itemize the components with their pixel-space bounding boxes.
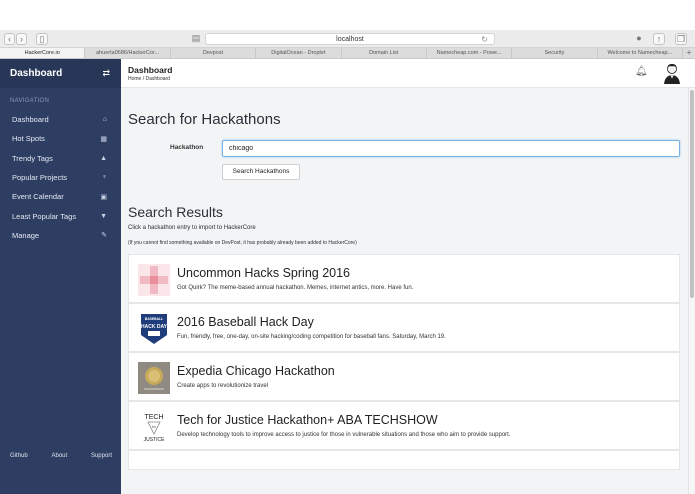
sidebar-item-label: Event Calendar — [12, 192, 64, 202]
result-item[interactable]: Expedia Chicago Hackathon Create apps to… — [128, 352, 680, 401]
tab-0[interactable]: HackerCore.io — [0, 48, 86, 58]
tech-logo-text-bottom: JUSTICE — [144, 437, 166, 443]
search-heading: Search for Hackathons — [128, 111, 281, 128]
tab-6[interactable]: Security — [512, 48, 598, 58]
baseball-hack-day-logo-icon: BASEBALL HACK DAY — [141, 314, 168, 344]
sidebar-item-label: Hot Spots — [12, 134, 45, 144]
result-item[interactable]: BASEBALL HACK DAY 2016 Baseball Hack Day… — [128, 303, 680, 352]
trophy-icon: ♆ — [101, 174, 107, 182]
results-hint: Click a hackathon entry to import to Hac… — [128, 225, 256, 231]
sidebar-item-trendy-tags[interactable]: Trendy Tags ▲ — [0, 149, 121, 168]
expedia-logo-icon — [138, 362, 170, 394]
tab-7[interactable]: Welcome to Namecheap... — [598, 48, 683, 58]
tab-4[interactable]: Domain List — [342, 48, 427, 58]
result-item[interactable]: TECH for JUSTICE Tech for Justice Hackat… — [128, 401, 680, 450]
sidebar-item-event-calendar[interactable]: Event Calendar ▣ — [0, 187, 121, 206]
tab-5[interactable]: Namecheap.com - Powe... — [427, 48, 513, 58]
forward-icon[interactable]: › — [16, 33, 27, 45]
page-title: Dashboard — [128, 65, 173, 75]
result-description: Got Quirk? The meme-based annual hackath… — [177, 285, 414, 291]
bell-icon[interactable]: 🔔︎ — [635, 66, 648, 77]
sidebar-item-label: Least Popular Tags — [12, 211, 77, 221]
wrench-icon: ✎ — [101, 232, 107, 240]
sidebar: Dashboard ⇄ NAVIGATION Dashboard ⌂ Hot S… — [0, 59, 121, 494]
result-description: Develop technology tools to improve acce… — [177, 432, 511, 438]
tech-for-justice-logo-icon: TECH for JUSTICE — [138, 411, 170, 443]
sidebar-item-manage[interactable]: Manage ✎ — [0, 226, 121, 245]
map-icon: ▦ — [100, 135, 107, 143]
tab-1[interactable]: ahuerta0686/HackerCor... — [85, 48, 171, 58]
hackathon-search-input[interactable] — [222, 140, 680, 157]
back-icon[interactable]: ‹ — [4, 33, 15, 45]
share-icon[interactable]: ↑ — [653, 33, 665, 45]
sidebar-item-label: Trendy Tags — [12, 153, 53, 163]
address-bar[interactable]: localhost ↻ — [205, 33, 495, 45]
baseball-logo-text-mid: HACK DAY — [141, 324, 168, 330]
sidebar-item-label: Manage — [12, 230, 40, 240]
results-list: Uncommon Hacks Spring 2016 Got Quirk? Th… — [128, 254, 680, 470]
sidebar-title: Dashboard — [10, 68, 63, 79]
result-item[interactable]: Uncommon Hacks Spring 2016 Got Quirk? Th… — [128, 254, 680, 303]
sidebar-item-popular-projects[interactable]: Popular Projects ♆ — [0, 168, 121, 187]
sidebar-item-hot-spots[interactable]: Hot Spots ▦ — [0, 129, 121, 148]
result-title: 2016 Baseball Hack Day — [177, 315, 314, 329]
search-hackathons-button[interactable]: Search Hackathons — [222, 164, 300, 180]
result-description: Create apps to revolutionize travel — [177, 383, 269, 389]
reload-icon[interactable]: ↻ — [481, 34, 488, 45]
thumbs-down-icon: ▼ — [100, 212, 107, 220]
sidebar-footer: Github About Support — [0, 453, 121, 459]
github-link[interactable]: Github — [10, 453, 28, 459]
breadcrumb: Home / Dashboard — [128, 76, 170, 82]
result-item[interactable] — [128, 450, 680, 470]
results-heading: Search Results — [128, 204, 223, 220]
sidebar-item-label: Popular Projects — [12, 173, 68, 183]
sidebar-item-dashboard[interactable]: Dashboard ⌂ — [0, 110, 121, 129]
tab-3[interactable]: DigitalOcean - Droplet — [256, 48, 342, 58]
sidebar-header: Dashboard ⇄ — [0, 59, 121, 88]
browser-toolbar: ‹ › ▯ ▤ localhost ↻ ● ↑ ❐ — [0, 30, 695, 48]
new-tab-icon[interactable]: + — [683, 48, 695, 58]
result-title: Expedia Chicago Hackathon — [177, 364, 335, 378]
tech-logo-text-top: TECH — [144, 414, 163, 421]
support-link[interactable]: Support — [91, 453, 112, 459]
tabs-overview-icon[interactable]: ❐ — [675, 33, 687, 45]
result-description: Fun, friendly, free, one-day, on-site ha… — [177, 334, 446, 340]
sidebar-toggle-icon[interactable]: ▯ — [36, 33, 48, 45]
sidebar-toggle-icon[interactable]: ⇄ — [102, 68, 110, 79]
tab-bar: HackerCore.io ahuerta0686/HackerCor... D… — [0, 48, 695, 59]
dashboard-icon: ⌂ — [102, 116, 107, 124]
result-title: Tech for Justice Hackathon+ ABA TECHSHOW — [177, 413, 438, 427]
url-text: localhost — [336, 36, 364, 43]
calendar-icon: ▣ — [100, 193, 107, 201]
scrollbar[interactable] — [688, 88, 695, 494]
results-hint-sub: (If you cannot find something available … — [128, 240, 357, 246]
nav-section-label: NAVIGATION — [10, 98, 50, 104]
sidebar-item-label: Dashboard — [12, 115, 49, 125]
main-content: Search for Hackathons Hackathon Search H… — [121, 88, 688, 494]
uncommon-hacks-logo-icon — [138, 264, 170, 296]
baseball-logo-text-top: BASEBALL — [145, 317, 163, 321]
reader-icon[interactable]: ▤ — [191, 33, 201, 45]
sidebar-item-least-popular-tags[interactable]: Least Popular Tags ▼ — [0, 206, 121, 225]
hackathon-label: Hackathon — [170, 144, 204, 151]
thumbs-up-icon: ▲ — [100, 154, 107, 162]
avatar[interactable] — [662, 62, 682, 84]
tab-2[interactable]: Devpost — [171, 48, 257, 58]
result-title: Uncommon Hacks Spring 2016 — [177, 266, 350, 280]
scrollbar-thumb[interactable] — [690, 90, 694, 298]
about-link[interactable]: About — [51, 453, 67, 459]
download-icon[interactable]: ● — [633, 33, 645, 45]
page-header: Dashboard Home / Dashboard 🔔︎ — [121, 59, 695, 88]
